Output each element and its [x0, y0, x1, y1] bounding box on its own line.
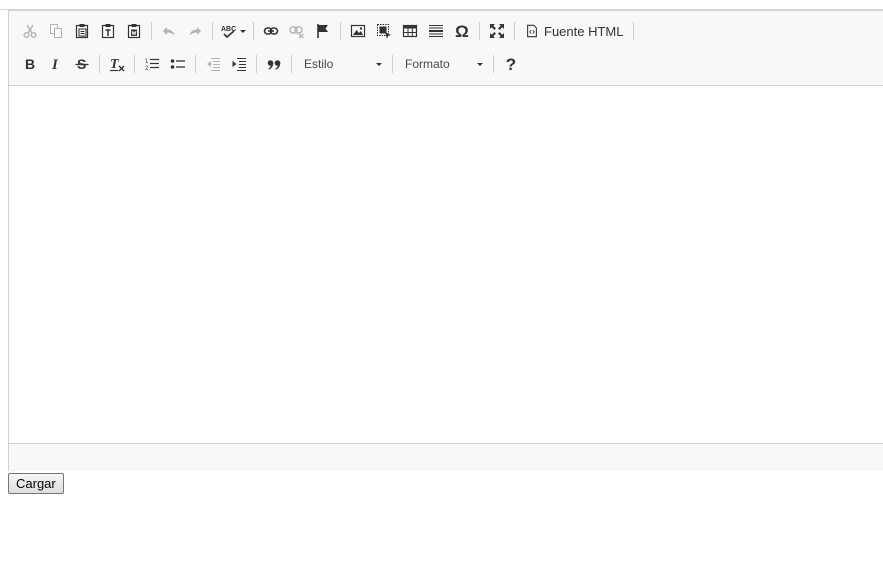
toolbar-separator	[134, 55, 135, 73]
copy-icon	[50, 24, 62, 38]
cut-icon	[23, 24, 37, 38]
outdent-button[interactable]	[200, 52, 226, 76]
copy-button[interactable]	[43, 19, 69, 43]
horizontal-rule-icon	[429, 25, 443, 37]
italic-icon: I	[51, 57, 59, 72]
toolbar-separator	[151, 22, 152, 40]
special-char-button[interactable]: Ω	[449, 19, 475, 43]
indent-button[interactable]	[226, 52, 252, 76]
help-icon: ?	[505, 54, 517, 74]
style-combo-label: Estilo	[304, 57, 334, 71]
rich-text-editor: ABC Ω Fuente HTML B I S T 1 2 Estilo For…	[8, 10, 883, 471]
redo-icon	[189, 27, 201, 36]
help-button[interactable]: ?	[498, 52, 524, 76]
editor-toolbar: ABC Ω Fuente HTML B I S T 1 2 Estilo For…	[9, 11, 883, 86]
svg-text:B: B	[25, 56, 35, 72]
svg-text:1: 1	[145, 59, 149, 65]
chevron-down-icon	[376, 62, 382, 66]
style-combo[interactable]: Estilo	[296, 52, 388, 76]
table-icon	[402, 24, 418, 38]
toolbar-separator	[253, 22, 254, 40]
blockquote-icon	[267, 60, 281, 70]
blockquote-button[interactable]	[261, 52, 287, 76]
paste-icon	[75, 24, 89, 39]
link-button[interactable]	[258, 19, 284, 43]
toolbar-separator	[195, 55, 196, 73]
chevron-down-icon	[240, 29, 246, 33]
spellcheck-icon: ABC	[221, 26, 236, 39]
toolbar-separator	[212, 22, 213, 40]
undo-icon	[163, 27, 175, 36]
remove-format-button[interactable]: T	[104, 52, 130, 76]
redo-button[interactable]	[182, 19, 208, 43]
editor-status-bar	[9, 443, 883, 471]
toolbar-separator	[633, 22, 635, 40]
paste-text-button[interactable]	[95, 19, 121, 43]
editor-content-area[interactable]	[9, 86, 883, 443]
strike-icon: S	[75, 56, 89, 72]
bold-icon: B	[25, 56, 35, 72]
svg-text:2: 2	[145, 66, 149, 72]
unlink-icon	[289, 26, 304, 39]
paste-text-icon	[101, 24, 115, 39]
source-button[interactable]: Fuente HTML	[519, 19, 629, 43]
strike-button[interactable]: S	[69, 52, 95, 76]
svg-text:I: I	[51, 57, 59, 72]
indent-icon	[232, 58, 246, 71]
anchor-button[interactable]	[310, 19, 336, 43]
cut-button[interactable]	[17, 19, 43, 43]
special-char-icon: Ω	[455, 21, 469, 41]
toolbar-row-1: ABC Ω Fuente HTML	[17, 18, 638, 44]
paste-button[interactable]	[69, 19, 95, 43]
maximize-button[interactable]	[484, 19, 510, 43]
numbered-list-button[interactable]: 12	[139, 52, 165, 76]
unlink-button[interactable]	[284, 19, 310, 43]
spellcheck-button[interactable]: ABC	[217, 19, 249, 43]
paste-word-button[interactable]	[121, 19, 147, 43]
bulleted-list-icon	[170, 59, 185, 69]
source-button-label: Fuente HTML	[544, 23, 624, 39]
maximize-icon	[490, 24, 504, 38]
outdent-icon	[207, 58, 220, 71]
iframe-icon	[377, 24, 391, 39]
bulleted-list-button[interactable]	[165, 52, 191, 76]
toolbar-row-2: B I S T 12 Estilo Formato ?	[17, 51, 524, 77]
image-button[interactable]	[345, 19, 371, 43]
anchor-flag-icon	[317, 24, 328, 38]
svg-text:T: T	[110, 57, 120, 72]
undo-button[interactable]	[156, 19, 182, 43]
toolbar-separator	[493, 55, 494, 73]
image-icon	[350, 24, 366, 38]
toolbar-separator	[392, 55, 393, 73]
toolbar-separator	[340, 22, 341, 40]
numbered-list-icon: 12	[145, 58, 159, 72]
chevron-down-icon	[477, 62, 483, 66]
format-combo-label: Formato	[405, 57, 450, 71]
toolbar-separator	[99, 55, 100, 73]
toolbar-separator	[291, 55, 292, 73]
remove-format-icon: T	[110, 57, 125, 72]
paste-word-icon	[127, 24, 141, 39]
italic-button[interactable]: I	[43, 52, 69, 76]
horizontal-rule-button[interactable]	[423, 19, 449, 43]
toolbar-separator	[514, 22, 515, 40]
link-icon	[263, 27, 279, 35]
toolbar-separator	[479, 22, 480, 40]
iframe-button[interactable]	[371, 19, 397, 43]
format-combo[interactable]: Formato	[397, 52, 489, 76]
source-icon	[527, 24, 537, 38]
toolbar-separator	[256, 55, 257, 73]
upload-button[interactable]: Cargar	[8, 473, 64, 494]
table-button[interactable]	[397, 19, 423, 43]
bold-button[interactable]: B	[17, 52, 43, 76]
